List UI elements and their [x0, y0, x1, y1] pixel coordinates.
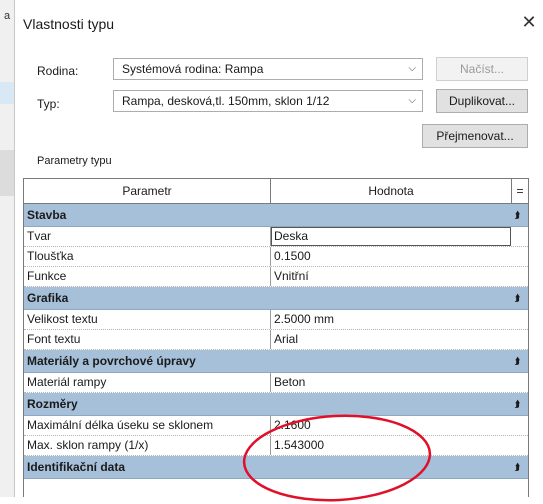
duplicate-button[interactable]: Duplikovat... [436, 89, 528, 113]
table-row[interactable]: Materiál rampy Beton [24, 373, 528, 393]
group-header-dimensions[interactable]: Rozměry ⮭ [24, 393, 528, 416]
group-header-identification[interactable]: Identifikační data ⮭ [24, 456, 528, 479]
parameter-value[interactable]: Vnitřní [271, 267, 511, 286]
family-label: Rodina: [37, 64, 79, 78]
dialog-title: Vlastnosti typu [23, 16, 115, 32]
parameter-value[interactable]: 2.5000 mm [271, 310, 511, 329]
group-title: Stavba [27, 208, 67, 222]
table-row[interactable]: Funkce Vnitřní [24, 267, 528, 287]
close-icon[interactable]: ✕ [518, 10, 540, 34]
parameter-value[interactable]: 0.1500 [271, 247, 511, 266]
table-row[interactable]: Tvar Deska [24, 227, 528, 247]
background-window-strip: a [0, 0, 14, 497]
group-header-grafika[interactable]: Grafika ⮭ [24, 287, 528, 310]
collapse-chevron-icon[interactable]: ⮭ [515, 204, 520, 226]
background-bar [0, 150, 14, 196]
type-parameters-caption: Parametry typu [37, 155, 112, 167]
collapse-chevron-icon[interactable]: ⮭ [515, 287, 520, 309]
column-header-formula[interactable]: = [512, 179, 528, 203]
load-button[interactable]: Načíst... [436, 57, 528, 81]
background-label: a [4, 10, 11, 22]
grid-header: Parametr Hodnota = [24, 179, 528, 204]
table-row[interactable]: Maximální délka úseku se sklonem 2.1600 [24, 416, 528, 436]
parameter-name: Materiál rampy [24, 373, 271, 392]
column-header-parameter[interactable]: Parametr [24, 179, 271, 203]
table-row[interactable]: Tloušťka 0.1500 [24, 247, 528, 267]
parameter-value[interactable]: 2.1600 [271, 416, 511, 435]
group-header-stavba[interactable]: Stavba ⮭ [24, 204, 528, 227]
group-title: Grafika [27, 291, 69, 305]
background-bar [0, 82, 14, 104]
type-select-value: Rampa, desková,tl. 150mm, sklon 1/12 [122, 94, 330, 108]
parameter-value[interactable]: 1.543000 [271, 436, 511, 455]
parameter-value[interactable]: Deska [271, 227, 511, 246]
parameter-name: Max. sklon rampy (1/x) [24, 436, 271, 455]
family-select-value: Systémová rodina: Rampa [122, 62, 264, 76]
group-title: Identifikační data [27, 460, 126, 474]
parameter-name: Velikost textu [24, 310, 271, 329]
parameter-name: Tloušťka [24, 247, 271, 266]
table-row[interactable]: Font textu Arial [24, 330, 528, 350]
group-title: Materiály a povrchové úpravy [27, 354, 196, 368]
collapse-chevron-icon[interactable]: ⮭ [515, 393, 520, 415]
parameter-value[interactable]: Arial [271, 330, 511, 349]
collapse-chevron-icon[interactable]: ⮭ [515, 456, 520, 478]
parameter-name: Funkce [24, 267, 271, 286]
type-parameters-grid: Parametr Hodnota = Stavba ⮭ Tvar Deska T… [23, 178, 529, 497]
parameter-name: Font textu [24, 330, 271, 349]
chevron-down-icon: ⌵ [408, 63, 416, 74]
chevron-down-icon: ⌵ [408, 95, 416, 106]
collapse-chevron-icon[interactable]: ⮭ [515, 350, 520, 372]
type-label: Typ: [37, 97, 60, 111]
column-header-value[interactable]: Hodnota [271, 179, 512, 203]
family-select[interactable]: Systémová rodina: Rampa ⌵ [113, 58, 423, 80]
group-header-materials[interactable]: Materiály a povrchové úpravy ⮭ [24, 350, 528, 373]
type-select[interactable]: Rampa, desková,tl. 150mm, sklon 1/12 ⌵ [113, 90, 423, 112]
parameter-value[interactable]: Beton [271, 373, 511, 392]
rename-button[interactable]: Přejmenovat... [422, 124, 528, 148]
parameter-name: Maximální délka úseku se sklonem [24, 416, 271, 435]
group-title: Rozměry [27, 397, 78, 411]
parameter-name: Tvar [24, 227, 271, 246]
table-row[interactable]: Velikost textu 2.5000 mm [24, 310, 528, 330]
table-row[interactable]: Max. sklon rampy (1/x) 1.543000 [24, 436, 528, 456]
